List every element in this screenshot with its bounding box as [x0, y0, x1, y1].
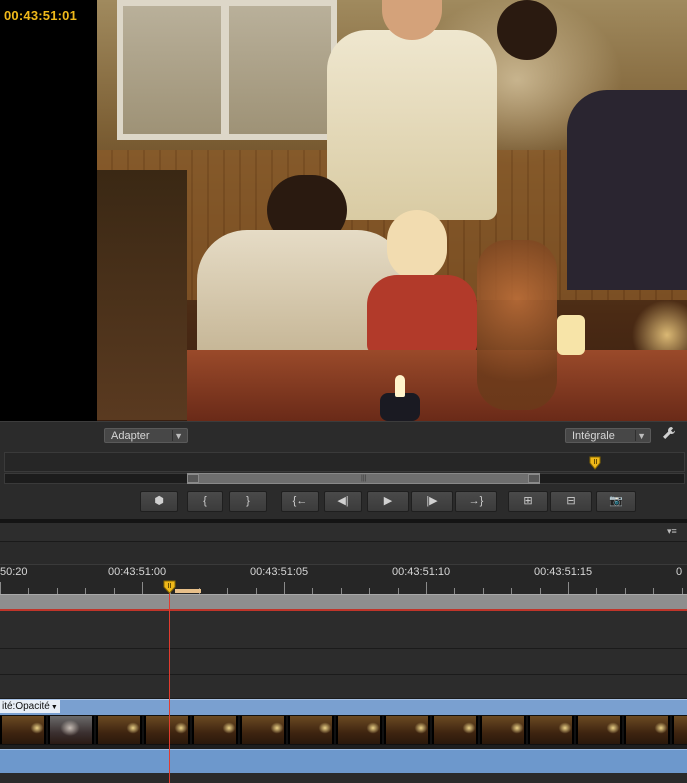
fit-dropdown[interactable]: Adapter ▼	[104, 428, 188, 443]
ruler-tick	[0, 582, 1, 594]
filmstrip-frame	[336, 716, 382, 744]
playhead-marker-icon[interactable]	[163, 580, 176, 594]
play-button[interactable]: ▶	[367, 491, 409, 512]
track-row	[0, 773, 687, 783]
ruler-tick	[284, 582, 285, 594]
filmstrip-frame	[0, 716, 46, 744]
zoom-handle-left[interactable]	[187, 474, 199, 483]
ruler-tick-label: 00:43:51:15	[534, 566, 593, 578]
playback-resolution-label: Intégrale	[572, 430, 615, 442]
audio-clip[interactable]	[0, 749, 687, 773]
track-row	[0, 675, 687, 699]
ruler-tick-label: 50:20	[0, 566, 28, 578]
ruler-tick-label: 00:43:51:05	[250, 566, 309, 578]
clip-effect-text: ité:Opacité	[2, 701, 50, 712]
mark-out-icon: }	[246, 495, 250, 507]
playhead-timecode[interactable]: 00:43:51:01	[4, 8, 77, 23]
panel-menu-icon[interactable]: ▾≡	[667, 526, 677, 537]
go-to-in-button[interactable]: {←	[281, 491, 319, 512]
filmstrip-frame	[672, 716, 687, 744]
step-forward-button[interactable]: |▶	[411, 491, 453, 512]
ruler-tick-label: 0	[676, 566, 683, 578]
mark-in-icon: {	[203, 495, 207, 507]
overwrite-icon: ⊟	[566, 495, 576, 507]
chevron-down-icon: ▼	[50, 704, 58, 711]
insert-button[interactable]: ⊞	[508, 491, 548, 512]
track-row	[0, 649, 687, 675]
zoom-handle-right[interactable]	[528, 474, 540, 483]
go-to-in-icon: {←	[292, 495, 308, 507]
playhead-line[interactable]	[169, 590, 170, 783]
mark-out-button[interactable]: }	[229, 491, 267, 512]
go-to-out-button[interactable]: →}	[455, 491, 497, 512]
step-forward-icon: |▶	[426, 495, 438, 507]
go-to-out-icon: →}	[468, 495, 484, 507]
filmstrip-frame	[192, 716, 238, 744]
mark-in-button[interactable]: {	[187, 491, 223, 512]
timeline-toolbar-area	[0, 542, 687, 564]
filmstrip-frame	[576, 716, 622, 744]
ruler-tick-label: 00:43:51:00	[108, 566, 167, 578]
chevron-down-icon: ▼	[174, 431, 183, 441]
overwrite-button[interactable]: ⊟	[550, 491, 592, 512]
filmstrip-frame	[96, 716, 142, 744]
timeline-panel-header	[0, 523, 687, 542]
playback-resolution-dropdown[interactable]: Intégrale ▼	[565, 428, 651, 443]
video-clip[interactable]	[0, 699, 687, 715]
chevron-down-icon: ▼	[637, 431, 646, 441]
step-back-icon: ◀|	[337, 495, 349, 507]
camera-icon: 📷	[609, 495, 623, 507]
marker-icon: ⬢	[154, 495, 164, 507]
wrench-icon[interactable]	[660, 426, 678, 444]
fit-dropdown-label: Adapter	[111, 430, 150, 442]
playhead-tail	[175, 589, 201, 593]
clip-effect-label[interactable]: ité:Opacité▼	[0, 700, 60, 713]
filmstrip-frame	[144, 716, 190, 744]
step-back-button[interactable]: ◀|	[324, 491, 362, 512]
ruler-tick-label: 00:43:51:10	[392, 566, 451, 578]
insert-icon: ⊞	[523, 495, 533, 507]
track-row	[0, 611, 687, 649]
work-area-bar[interactable]	[0, 594, 687, 609]
mini-playhead-icon[interactable]	[589, 456, 601, 470]
filmstrip-frame	[48, 716, 94, 744]
filmstrip-frame	[528, 716, 574, 744]
ruler-tick	[568, 582, 569, 594]
ruler-tick	[142, 582, 143, 594]
video-preview-image	[97, 0, 687, 421]
filmstrip-frame	[432, 716, 478, 744]
filmstrip-frame	[384, 716, 430, 744]
filmstrip-frame	[288, 716, 334, 744]
ruler-tick	[426, 582, 427, 594]
add-marker-button[interactable]: ⬢	[140, 491, 178, 512]
grip-icon: |||	[361, 475, 367, 482]
mini-timeline-ruler[interactable]	[4, 452, 685, 472]
filmstrip-frame	[480, 716, 526, 744]
play-icon: ▶	[383, 495, 393, 507]
program-monitor-frame	[0, 0, 687, 421]
filmstrip-frame	[240, 716, 286, 744]
filmstrip-frame	[624, 716, 670, 744]
export-frame-button[interactable]: 📷	[596, 491, 636, 512]
